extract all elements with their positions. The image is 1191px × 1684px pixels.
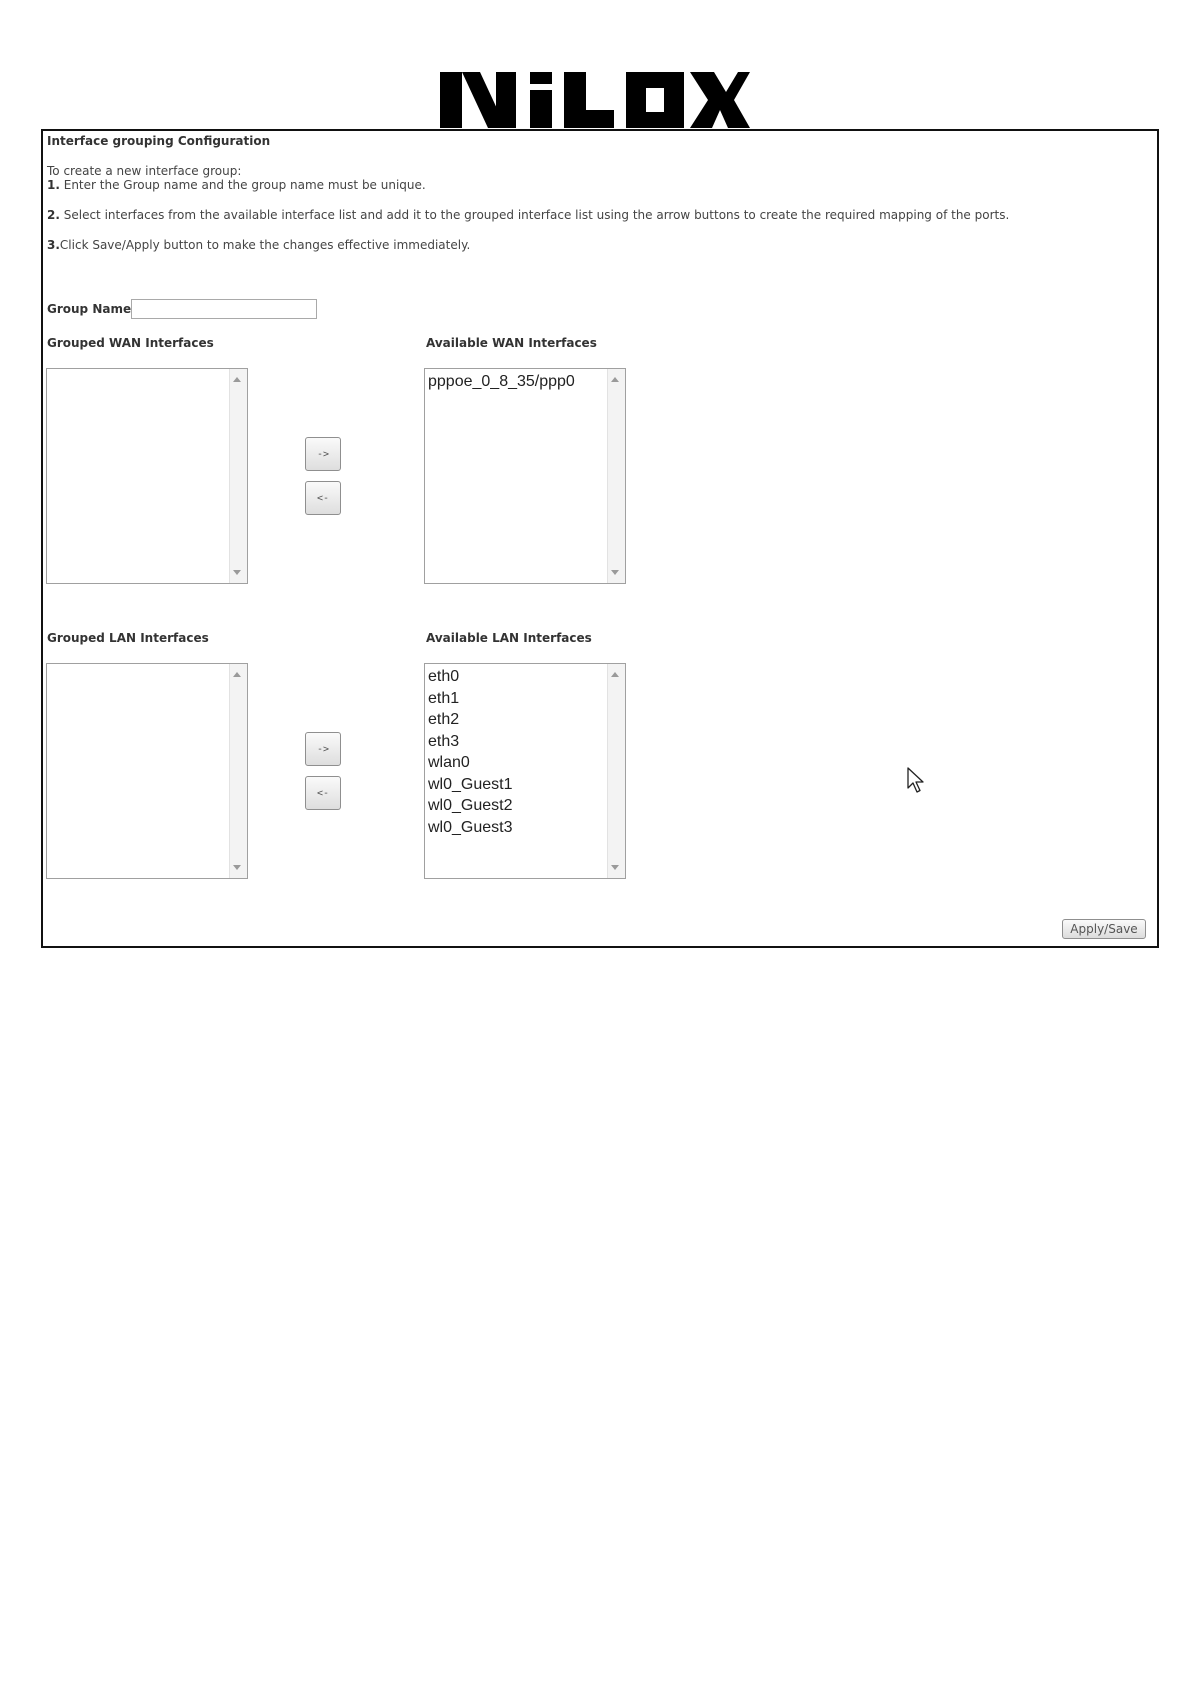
step-number: 3.: [47, 238, 60, 252]
grouped-lan-label: Grouped LAN Interfaces: [47, 631, 209, 645]
scroll-up-arrow-icon[interactable]: [611, 672, 619, 677]
interface-grouping-panel: Interface grouping Configuration To crea…: [41, 129, 1159, 948]
apply-save-button[interactable]: Apply/Save: [1062, 919, 1146, 939]
list-item[interactable]: eth1: [428, 688, 513, 710]
add-wan-button[interactable]: ->: [305, 437, 341, 471]
scroll-down-arrow-icon[interactable]: [611, 865, 619, 870]
available-lan-label: Available LAN Interfaces: [426, 631, 592, 645]
list-item[interactable]: eth2: [428, 709, 513, 731]
scrollbar[interactable]: [607, 369, 625, 583]
step-number: 1.: [47, 178, 60, 192]
grouped-wan-listbox[interactable]: [46, 368, 248, 584]
step-3: 3.Click Save/Apply button to make the ch…: [47, 238, 470, 252]
list-item[interactable]: eth0: [428, 666, 513, 688]
scroll-up-arrow-icon[interactable]: [233, 672, 241, 677]
group-name-input[interactable]: [131, 299, 317, 319]
add-lan-button[interactable]: ->: [305, 732, 341, 766]
scroll-up-arrow-icon[interactable]: [233, 377, 241, 382]
scrollbar[interactable]: [229, 369, 247, 583]
scroll-down-arrow-icon[interactable]: [233, 865, 241, 870]
available-wan-label: Available WAN Interfaces: [426, 336, 597, 350]
step-number: 2.: [47, 208, 60, 222]
list-item[interactable]: pppoe_0_8_35/ppp0: [428, 371, 575, 393]
step-text: Click Save/Apply button to make the chan…: [59, 238, 471, 252]
nilox-logo: [440, 72, 750, 128]
scroll-up-arrow-icon[interactable]: [611, 377, 619, 382]
grouped-wan-label: Grouped WAN Interfaces: [47, 336, 214, 350]
remove-lan-button[interactable]: <-: [305, 776, 341, 810]
list-item[interactable]: wl0_Guest3: [428, 817, 513, 839]
scrollbar[interactable]: [607, 664, 625, 878]
remove-wan-button[interactable]: <-: [305, 481, 341, 515]
scroll-down-arrow-icon[interactable]: [611, 570, 619, 575]
intro-text: To create a new interface group:: [47, 164, 242, 178]
scrollbar[interactable]: [229, 664, 247, 878]
list-item[interactable]: wlan0: [428, 752, 513, 774]
step-2: 2. Select interfaces from the available …: [47, 208, 1009, 222]
step-text: Enter the Group name and the group name …: [59, 178, 426, 192]
grouped-lan-listbox[interactable]: [46, 663, 248, 879]
step-1: 1. Enter the Group name and the group na…: [47, 178, 426, 192]
available-wan-listbox[interactable]: pppoe_0_8_35/ppp0: [424, 368, 626, 584]
list-item[interactable]: eth3: [428, 731, 513, 753]
list-item[interactable]: wl0_Guest2: [428, 795, 513, 817]
available-lan-listbox[interactable]: eth0 eth1 eth2 eth3 wlan0 wl0_Guest1 wl0…: [424, 663, 626, 879]
scroll-down-arrow-icon[interactable]: [233, 570, 241, 575]
page-title: Interface grouping Configuration: [47, 134, 271, 148]
list-item[interactable]: wl0_Guest1: [428, 774, 513, 796]
listbox-items: eth0 eth1 eth2 eth3 wlan0 wl0_Guest1 wl0…: [428, 666, 513, 838]
step-text: Select interfaces from the available int…: [59, 208, 1010, 222]
mouse-pointer-icon: [907, 767, 924, 793]
listbox-items: pppoe_0_8_35/ppp0: [428, 371, 575, 393]
group-name-label: Group Name:: [47, 302, 136, 316]
